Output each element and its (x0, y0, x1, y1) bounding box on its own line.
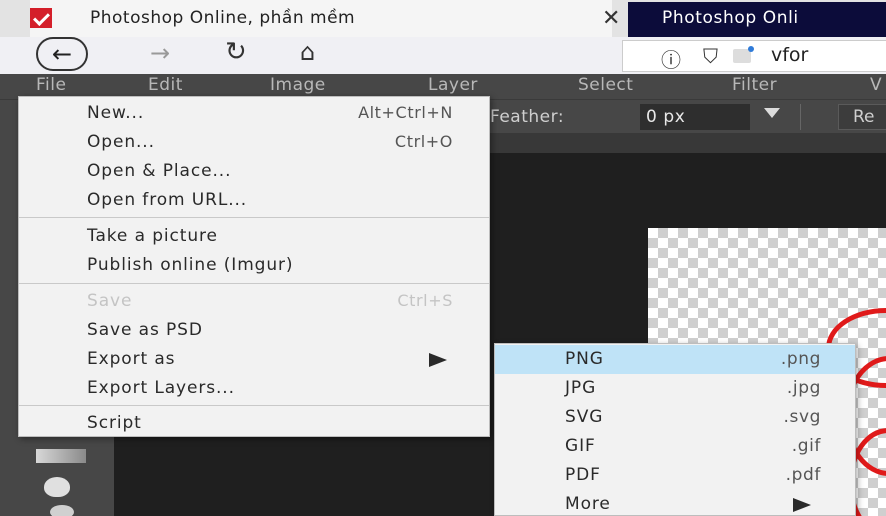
menu-item-script[interactable]: Script (19, 409, 489, 438)
close-icon[interactable]: ✕ (602, 6, 620, 31)
menu-item-shortcut: Ctrl+S (397, 291, 453, 310)
menu-separator (19, 405, 489, 406)
menu-item-label: Export Layers... (87, 378, 235, 398)
reload-icon[interactable]: ↻ (225, 37, 247, 67)
document-tab-strip (490, 133, 886, 153)
submenu-arrow-icon (429, 353, 447, 367)
url-text[interactable]: vfor (771, 44, 808, 66)
export-jpg[interactable]: JPG .jpg (495, 374, 855, 403)
export-gif[interactable]: GIF .gif (495, 432, 855, 461)
export-png[interactable]: PNG .png (495, 345, 855, 374)
menu-item-export-as[interactable]: Export as (19, 345, 489, 374)
submenu-item-label: GIF (565, 436, 596, 456)
submenu-item-ext: .svg (783, 407, 821, 427)
submenu-item-ext: .pdf (785, 465, 821, 485)
menu-item-new[interactable]: New... Alt+Ctrl+N (19, 99, 489, 128)
info-icon[interactable]: ⓘ (661, 44, 681, 73)
chevron-down-icon[interactable] (764, 108, 780, 118)
menu-view[interactable]: V (870, 75, 882, 95)
export-pdf[interactable]: PDF .pdf (495, 461, 855, 490)
shield-icon[interactable]: ⛉ (703, 44, 718, 68)
menu-item-save: Save Ctrl+S (19, 287, 489, 316)
dodge-tool-icon[interactable] (50, 505, 74, 516)
tab-title: Photoshop Online, phần mềm (90, 8, 356, 28)
menu-item-label: Open from URL... (87, 190, 248, 210)
menu-item-export-layers[interactable]: Export Layers... (19, 374, 489, 403)
arrow-right-icon[interactable]: → (150, 39, 170, 67)
browser-tab-bar: Photoshop Online, phần mềm ✕ Photoshop O… (0, 0, 886, 37)
submenu-item-label: More (565, 494, 611, 514)
submenu-item-ext: .png (780, 349, 821, 369)
browser-tab-active[interactable]: Photoshop Online, phần mềm ✕ (30, 0, 620, 37)
menu-item-label: Script (87, 413, 142, 433)
menu-item-shortcut: Alt+Ctrl+N (358, 103, 453, 122)
menu-item-take-picture[interactable]: Take a picture (19, 222, 489, 251)
submenu-item-ext: .gif (791, 436, 821, 456)
submenu-item-label: PDF (565, 465, 601, 485)
home-icon[interactable]: ⌂ (300, 38, 315, 66)
menu-item-label: Take a picture (87, 226, 218, 246)
feather-input[interactable]: 0 px (640, 104, 750, 130)
menu-separator (19, 283, 489, 284)
menu-image[interactable]: Image (270, 75, 326, 95)
gradient-tool-icon[interactable] (36, 449, 86, 463)
browser-tab-inactive[interactable]: Photoshop Onli (628, 2, 886, 37)
export-svg[interactable]: SVG .svg (495, 403, 855, 432)
menu-edit[interactable]: Edit (148, 75, 183, 95)
menu-item-label: Publish online (Imgur) (87, 255, 294, 275)
menu-item-label: Open & Place... (87, 161, 232, 181)
menu-item-label: Save (87, 291, 133, 311)
submenu-item-label: JPG (565, 378, 597, 398)
tab-title-inactive: Photoshop Onli (662, 8, 799, 28)
menu-filter[interactable]: Filter (732, 75, 777, 95)
menu-item-open[interactable]: Open... Ctrl+O (19, 128, 489, 157)
menu-select[interactable]: Select (578, 75, 633, 95)
menu-item-label: Open... (87, 132, 155, 152)
menu-item-publish[interactable]: Publish online (Imgur) (19, 251, 489, 280)
menu-separator (19, 217, 489, 218)
menu-item-label: Export as (87, 349, 176, 369)
menu-file[interactable]: File (36, 75, 66, 95)
menu-item-open-place[interactable]: Open & Place... (19, 157, 489, 186)
submenu-item-label: SVG (565, 407, 604, 427)
submenu-item-ext: .jpg (786, 378, 821, 398)
menu-layer[interactable]: Layer (428, 75, 478, 95)
blur-tool-icon[interactable] (44, 477, 70, 497)
refine-edge-button[interactable]: Re (838, 104, 886, 130)
tracker-icon (733, 46, 754, 63)
menu-item-shortcut: Ctrl+O (394, 132, 453, 151)
file-menu: New... Alt+Ctrl+N Open... Ctrl+O Open & … (18, 96, 490, 437)
address-bar[interactable]: ⓘ ⛉ vfor (622, 40, 886, 72)
export-submenu: PNG .png JPG .jpg SVG .svg GIF .gif PDF … (494, 343, 856, 516)
browser-nav-bar: ← → ↻ ⌂ ⓘ ⛉ vfor (0, 37, 886, 74)
export-more[interactable]: More (495, 490, 855, 516)
feather-label: Feather: (490, 107, 565, 127)
menu-item-open-url[interactable]: Open from URL... (19, 186, 489, 215)
arrow-left-icon[interactable]: ← (36, 37, 88, 71)
menu-item-save-psd[interactable]: Save as PSD (19, 316, 489, 345)
submenu-arrow-icon (793, 498, 811, 512)
menu-item-label: Save as PSD (87, 320, 203, 340)
menu-item-label: New... (87, 103, 145, 123)
divider (800, 104, 801, 130)
photopea-favicon-icon (30, 8, 52, 28)
submenu-item-label: PNG (565, 349, 604, 369)
